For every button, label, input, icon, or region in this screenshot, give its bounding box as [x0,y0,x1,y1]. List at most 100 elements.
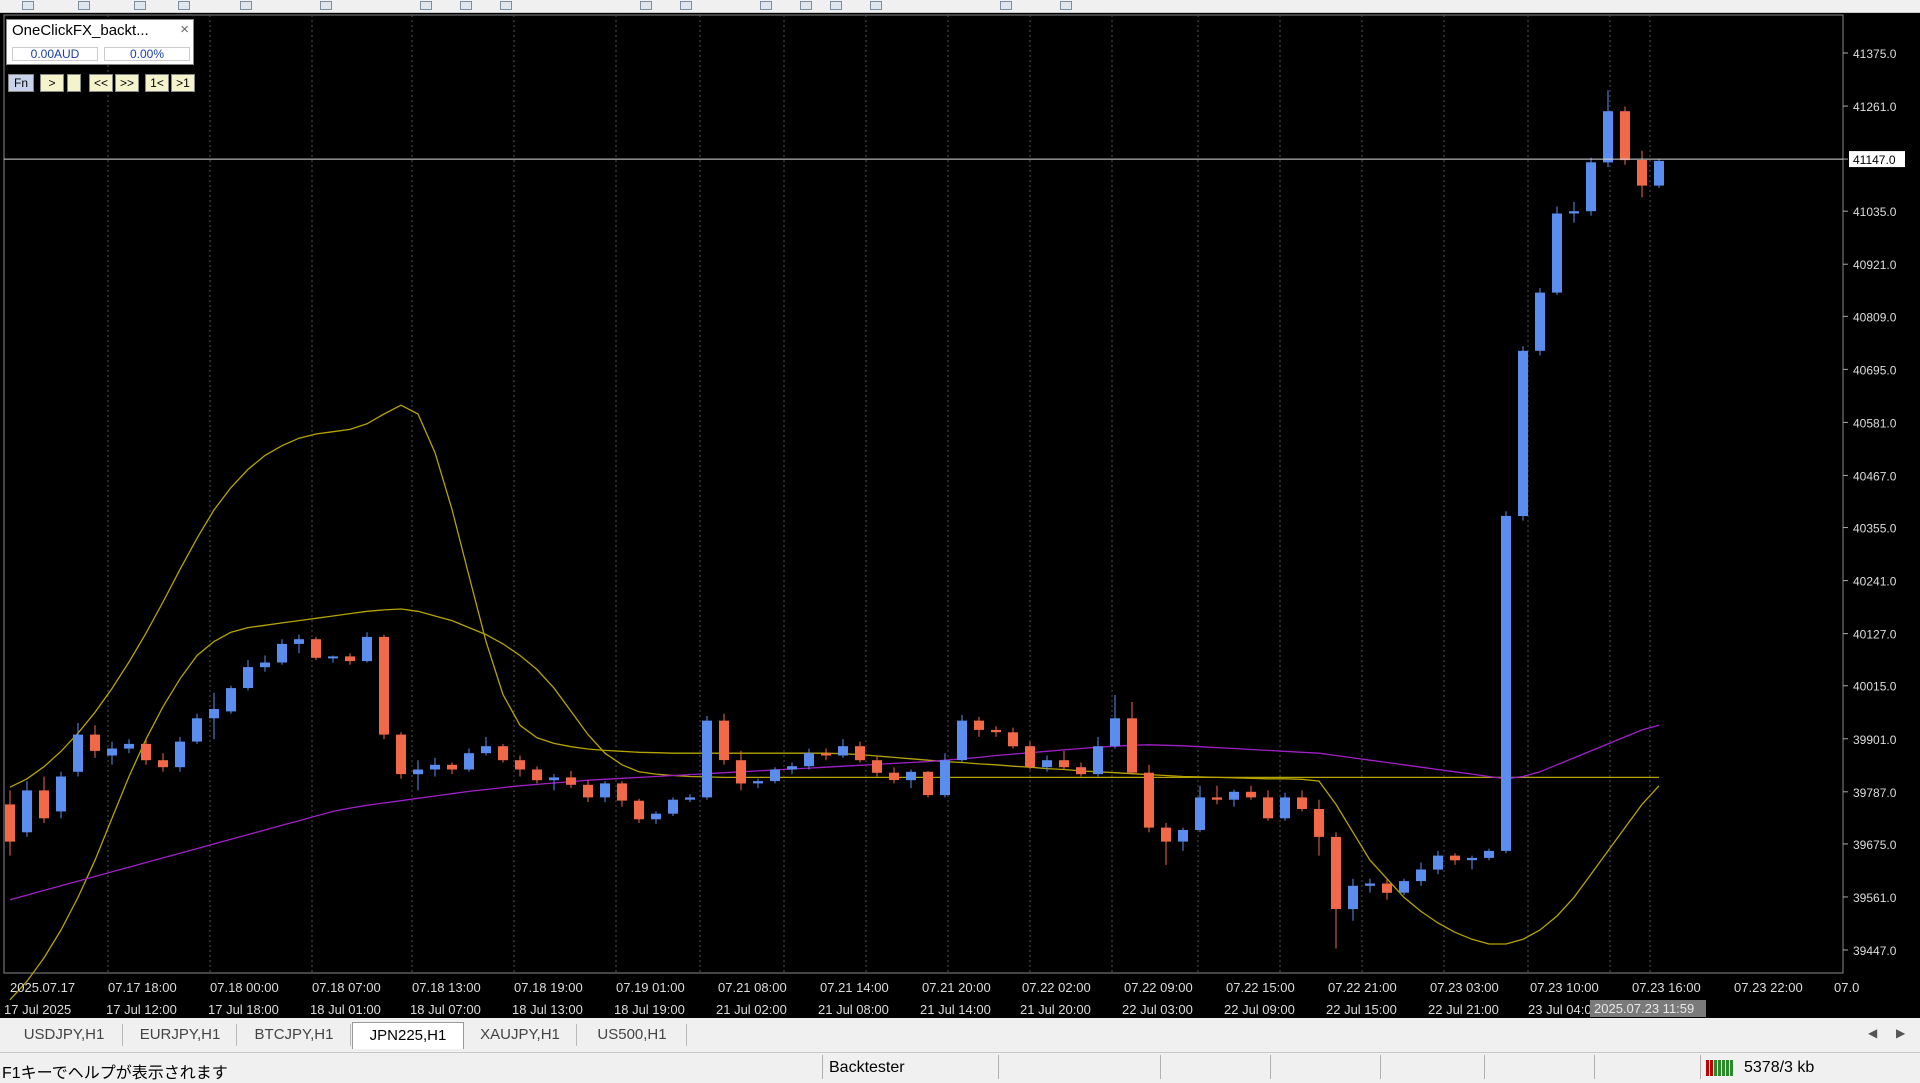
time-label: 07.22 02:00 [1022,980,1091,995]
profile-name: Backtester [829,1059,905,1076]
time-label-secondary: 22 Jul 09:00 [1224,1002,1295,1017]
time-label-secondary: 23 Jul 04:00 [1528,1002,1599,1017]
zoom-in-icon[interactable] [760,1,772,10]
tab-eurjpy[interactable]: EURJPY,H1 [124,1024,237,1046]
period-icon[interactable] [460,1,472,10]
time-label: 07.18 13:00 [412,980,481,995]
candle-body [1246,791,1256,798]
candle-body [1110,718,1120,747]
status-divider [1700,1055,1701,1079]
time-label-secondary: 18 Jul 01:00 [310,1002,381,1017]
tab-jpn225[interactable]: JPN225,H1 [352,1022,464,1049]
band-upper-line [9,404,1660,945]
candle-body [1263,797,1273,819]
save-icon[interactable] [134,1,146,10]
zoom-icon[interactable] [240,1,252,10]
candle-body [158,760,168,768]
candle-body [1416,869,1426,882]
refresh-icon[interactable] [1000,1,1012,10]
time-label-secondary: 17 Jul 18:00 [208,1002,279,1017]
price-chart[interactable]: 41375.0 41261.0 41147.0 41035.0 40921.0 40809… [0,13,1920,1018]
tab-us500[interactable]: US500,H1 [578,1024,687,1046]
price-label: 39901.0 [1853,733,1897,747]
chart-icon[interactable] [178,1,190,10]
grid-icon[interactable] [830,1,842,10]
candle-body [532,769,542,781]
band-lower-line [9,608,1659,1001]
time-label-secondary: 18 Jul 07:00 [410,1002,481,1017]
fast-back-button[interactable]: << [89,74,113,92]
add-icon[interactable] [320,1,332,10]
new-order-icon[interactable] [22,1,34,10]
fast-forward-button[interactable]: >> [115,74,139,92]
tab-btcjpy[interactable]: BTCJPY,H1 [238,1024,351,1046]
candle-body [447,764,457,770]
candle-body [1637,160,1647,186]
settings-icon[interactable] [1060,1,1072,10]
time-label: 07.21 20:00 [922,980,991,995]
time-label-secondary: 18 Jul 13:00 [512,1002,583,1017]
candle-body [651,813,661,820]
price-label: 40355.0 [1853,522,1897,536]
step-forward-button[interactable]: > [40,74,64,92]
crosshair-icon[interactable] [870,1,882,10]
candle-body [209,709,219,719]
price-label: 40809.0 [1853,310,1897,324]
price-label: 40127.0 [1853,628,1897,642]
candle-body [1433,855,1443,870]
candle-body [192,718,202,742]
candle-body [1484,850,1494,858]
backtest-panel[interactable]: OneClickFX_backt... × 0.00AUD 0.00% [6,19,194,65]
candle-body [464,753,474,770]
candle-body [634,800,644,820]
candle-body [583,784,593,798]
close-icon[interactable]: × [180,21,189,38]
tab-xaujpy[interactable]: XAUJPY,H1 [464,1024,577,1046]
pause-button[interactable] [67,74,81,92]
zoom-out-icon[interactable] [800,1,812,10]
candle-body [311,639,321,658]
time-label: 07.22 21:00 [1328,980,1397,995]
time-label-secondary: 22 Jul 03:00 [1122,1002,1193,1017]
help-text: F1キーでヘルプが表示されます [2,1065,228,1082]
candle-body [1348,885,1358,910]
tab-usdjpy[interactable]: USDJPY,H1 [6,1024,123,1046]
status-bar: F1キーでヘルプが表示されます Backtester 5378/3 kb [0,1052,1920,1082]
candle-body [1127,718,1137,773]
price-label: 39447.0 [1853,944,1897,958]
tab-scroll-right-icon[interactable]: ▶ [1896,1026,1905,1040]
candle-body [1280,797,1290,819]
candle-body [549,777,559,781]
time-label: 07.23 22:00 [1734,980,1803,995]
candle-body [260,662,270,668]
status-divider [998,1055,999,1079]
candle-body [328,656,338,659]
candle-body [804,753,814,767]
candle-body [515,760,525,770]
tab-scroll-left-icon[interactable]: ◀ [1868,1026,1877,1040]
candle-body [243,667,253,688]
candle-body [1178,830,1188,842]
jump-end-button[interactable]: >1 [171,74,195,92]
candle-body [1535,292,1545,351]
fn-button[interactable]: Fn [8,74,34,92]
candle-body [124,743,134,749]
candle-body [1093,746,1103,775]
scroll-left-icon[interactable] [640,1,652,10]
candle-body [736,760,746,784]
template-icon[interactable] [500,1,512,10]
scroll-right-icon[interactable] [680,1,692,10]
indicator-icon[interactable] [420,1,432,10]
time-label: 07.18 07:00 [312,980,381,995]
status-divider [1160,1055,1161,1079]
candle-body [1297,797,1307,809]
candle-body [838,746,848,756]
time-label: 07.19 01:00 [616,980,685,995]
chart-area[interactable]: 41375.0 41261.0 41147.0 41035.0 40921.0 40809… [0,13,1920,1018]
jump-start-button[interactable]: 1< [145,74,169,92]
connection-icon [1706,1060,1733,1076]
candle-body [379,636,389,735]
time-label: 07.17 18:00 [108,980,177,995]
open-icon[interactable] [78,1,90,10]
candle-body [719,720,729,761]
